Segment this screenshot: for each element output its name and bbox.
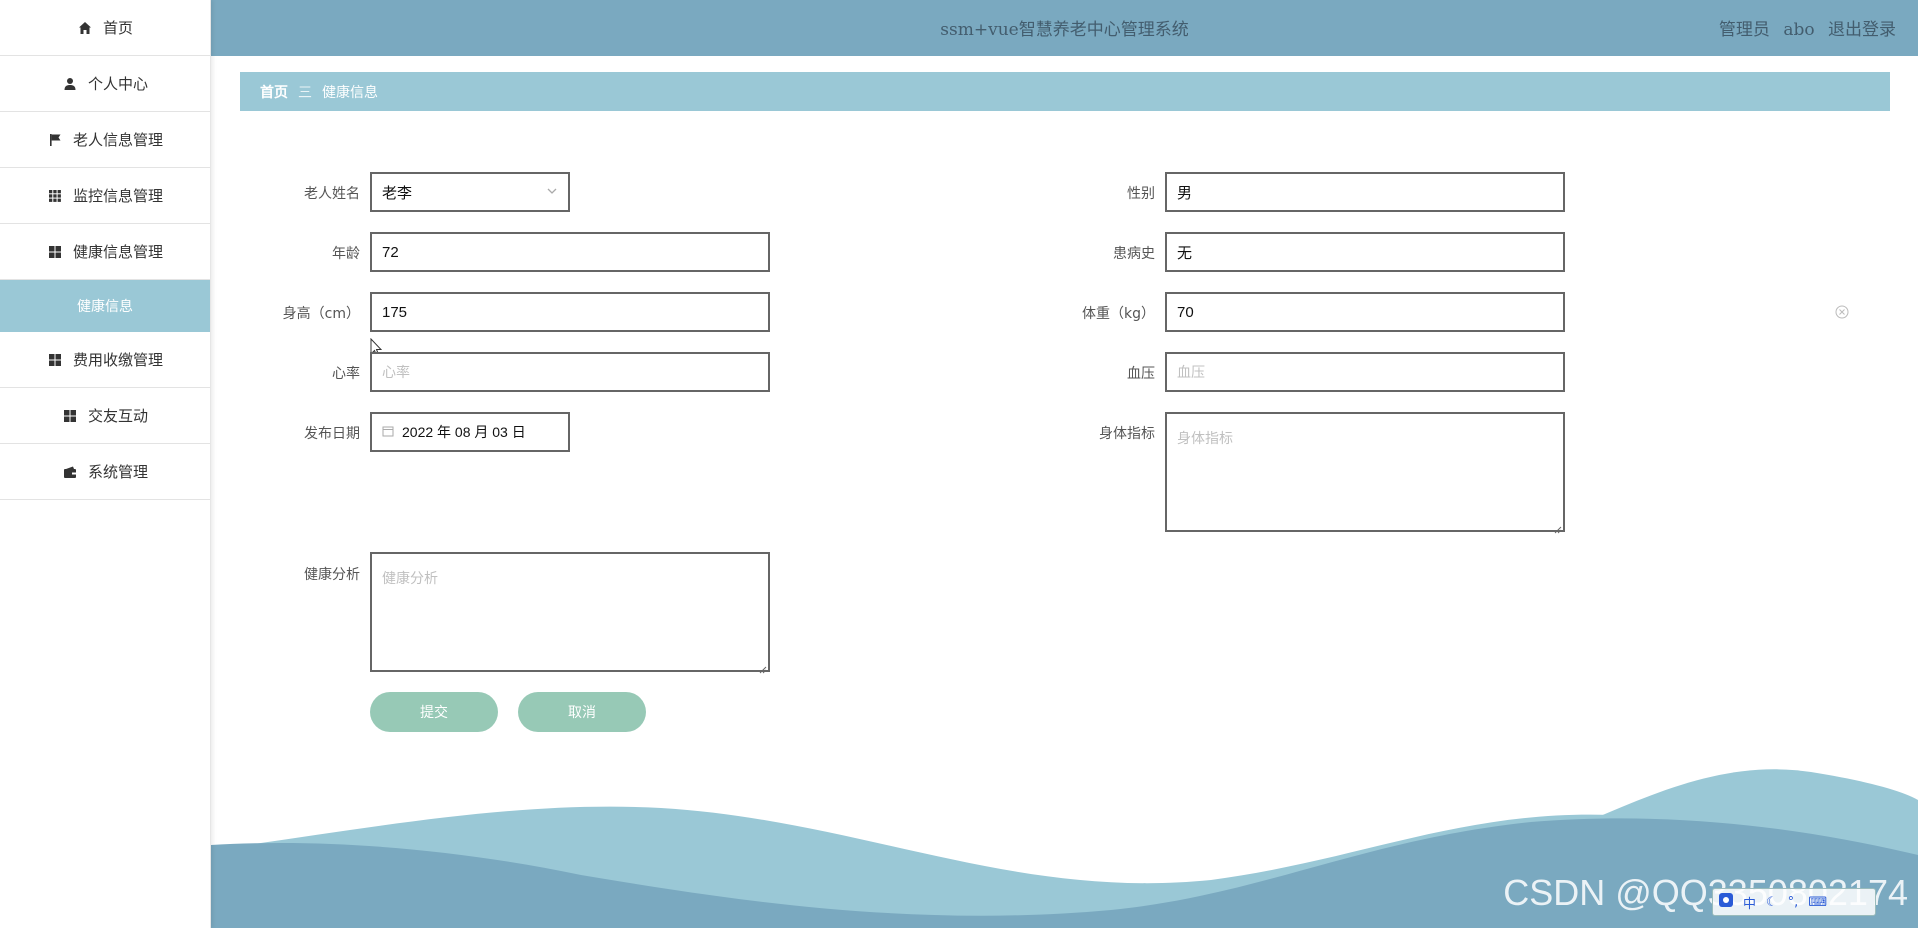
flag-icon	[47, 132, 63, 148]
sidebar-item-label: 系统管理	[87, 463, 148, 481]
grid4-icon	[62, 408, 78, 424]
breadcrumb: 首页 三 健康信息	[240, 72, 1890, 111]
sidebar-item-monitor[interactable]: 监控信息管理	[0, 168, 210, 224]
date-label: 发布日期	[304, 426, 360, 442]
date-picker[interactable]: 2022 年 08 月 03 日	[370, 412, 570, 452]
ime-moon-icon[interactable]: ☾	[1766, 895, 1778, 910]
sidebar-item-profile[interactable]: 个人中心	[0, 56, 210, 112]
history-label: 患病史	[1113, 246, 1155, 262]
elder-name-select[interactable]: 老李	[370, 172, 570, 212]
clear-icon[interactable]	[1835, 304, 1849, 323]
submit-button[interactable]: 提交	[370, 692, 498, 732]
date-value: 2022 年 08 月 03 日	[402, 424, 526, 440]
analysis-label: 健康分析	[304, 567, 360, 583]
ime-logo-icon	[1719, 893, 1733, 911]
blood-pressure-input[interactable]: 血压	[1165, 352, 1565, 392]
logout-link[interactable]: 退出登录	[1828, 20, 1896, 40]
history-value: 无	[1177, 244, 1193, 262]
app-title: ssm+vue智慧养老中心管理系统	[940, 20, 1189, 40]
gender-label: 性别	[1127, 186, 1155, 202]
heart-rate-input[interactable]: 心率	[370, 352, 770, 392]
ime-mode[interactable]: 中	[1743, 893, 1756, 912]
sidebar-item-fees[interactable]: 费用收缴管理	[0, 332, 210, 388]
heart-rate-label: 心率	[332, 366, 360, 382]
sidebar-item-label: 监控信息管理	[72, 187, 163, 205]
sidebar: 首页 个人中心 老人信息管理 监控信息管理 健康信息管理 健康信息 费用收缴管理…	[0, 0, 211, 928]
ime-keyboard-icon[interactable]: ⌨	[1808, 895, 1827, 910]
breadcrumb-current: 健康信息	[322, 84, 378, 101]
wallet-icon	[62, 464, 78, 480]
sidebar-subitem-label: 健康信息	[77, 299, 133, 315]
gender-input[interactable]: 男	[1165, 172, 1565, 212]
sidebar-item-home[interactable]: 首页	[0, 0, 210, 56]
age-label: 年龄	[332, 246, 360, 262]
body-index-label: 身体指标	[1099, 426, 1155, 442]
sidebar-item-system[interactable]: 系统管理	[0, 444, 210, 500]
elder-name-value: 老李	[382, 184, 413, 202]
body-index-textarea[interactable]: 身体指标	[1165, 412, 1565, 534]
username: abo	[1783, 20, 1815, 40]
sidebar-item-label: 老人信息管理	[72, 131, 163, 149]
ime-punct-icon[interactable]: °,	[1788, 895, 1799, 910]
elder-name-label: 老人姓名	[304, 186, 360, 202]
height-label: 身高（cm）	[282, 306, 360, 322]
height-input[interactable]: 175	[370, 292, 770, 332]
sidebar-item-social[interactable]: 交友互动	[0, 388, 210, 444]
ime-toolbar[interactable]: 中 ☾ °, ⌨	[1712, 888, 1876, 916]
body-index-placeholder: 身体指标	[1177, 430, 1233, 446]
history-input[interactable]: 无	[1165, 232, 1565, 272]
resize-handle-icon[interactable]	[1554, 521, 1562, 534]
breadcrumb-home[interactable]: 首页	[260, 82, 288, 102]
user-role: 管理员	[1718, 20, 1770, 40]
user-area: 管理员 abo 退出登录	[1711, 15, 1896, 40]
sidebar-subitem-health-info[interactable]: 健康信息	[0, 280, 210, 332]
sidebar-item-health[interactable]: 健康信息管理	[0, 224, 210, 280]
top-header: ssm+vue智慧养老中心管理系统 管理员 abo 退出登录	[211, 0, 1918, 56]
weight-input[interactable]: 70	[1165, 292, 1565, 332]
user-icon	[62, 76, 78, 92]
sidebar-item-label: 健康信息管理	[72, 243, 163, 261]
home-icon	[77, 20, 93, 36]
sidebar-item-label: 个人中心	[87, 75, 148, 93]
sidebar-item-label: 费用收缴管理	[72, 351, 163, 369]
weight-label: 体重（kg）	[1082, 306, 1155, 322]
weight-value: 70	[1177, 303, 1194, 321]
gender-value: 男	[1177, 184, 1193, 202]
analysis-placeholder: 健康分析	[382, 570, 438, 586]
resize-handle-icon[interactable]	[759, 661, 767, 674]
analysis-textarea[interactable]: 健康分析	[370, 552, 770, 674]
heart-rate-placeholder: 心率	[382, 364, 410, 380]
age-value: 72	[382, 243, 399, 261]
cancel-button[interactable]: 取消	[518, 692, 646, 732]
blood-pressure-label: 血压	[1127, 366, 1155, 382]
height-value: 175	[382, 303, 408, 321]
sidebar-item-elder-info[interactable]: 老人信息管理	[0, 112, 210, 168]
grid-icon	[47, 188, 63, 204]
breadcrumb-separator: 三	[298, 84, 312, 101]
sidebar-item-label: 交友互动	[87, 407, 148, 425]
calendar-icon	[382, 424, 394, 440]
grid4-icon	[47, 352, 63, 368]
grid4-icon	[47, 244, 63, 260]
sidebar-item-label: 首页	[102, 19, 133, 37]
chevron-down-icon	[546, 184, 558, 201]
blood-pressure-placeholder: 血压	[1177, 364, 1205, 380]
age-input[interactable]: 72	[370, 232, 770, 272]
